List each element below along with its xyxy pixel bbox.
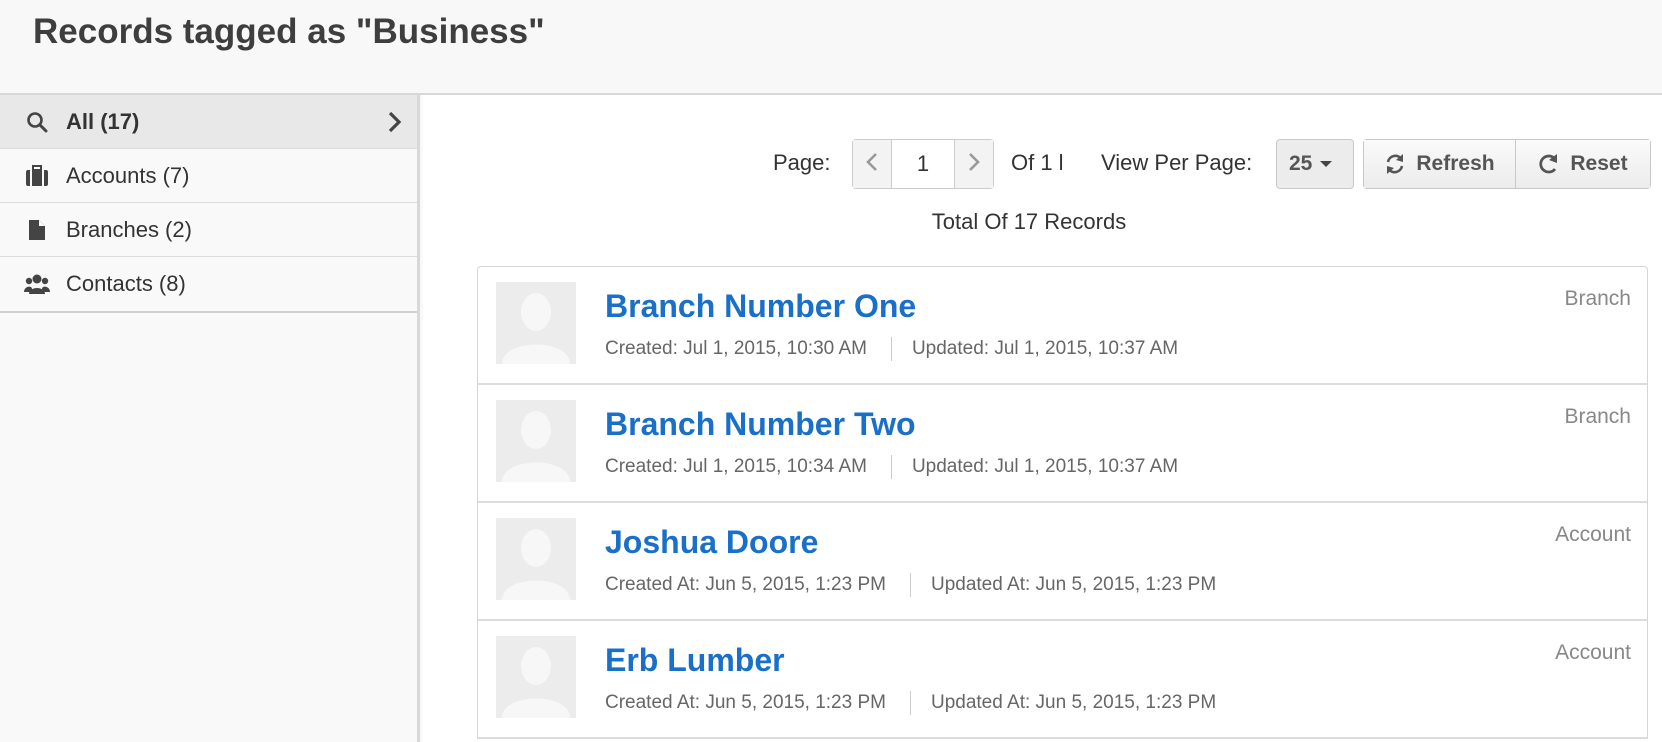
sidebar-item-label: All (17) [66, 108, 140, 134]
record-type: Branch [1564, 287, 1631, 310]
updated-date: Updated: Jul 1, 2015, 10:37 AM [911, 338, 1179, 359]
list-item: Erb Lumber Created At: Jun 5, 2015, 1:23… [478, 621, 1647, 739]
created-date: Created: Jul 1, 2015, 10:30 AM [605, 338, 867, 359]
avatar [496, 636, 576, 718]
search-icon [24, 109, 50, 135]
meta-divider [890, 337, 892, 361]
record-type: Branch [1564, 405, 1631, 428]
page-number-input[interactable]: 1 [891, 140, 955, 188]
chevron-left-icon [865, 151, 879, 178]
list-item: Joshua Doore Created At: Jun 5, 2015, 1:… [478, 503, 1647, 621]
created-date: Created At: Jun 5, 2015, 1:23 PM [605, 574, 886, 595]
refresh-label: Refresh [1416, 152, 1495, 175]
record-type: Account [1555, 523, 1631, 546]
main-content: Page: 1 Of 1 l View Per Page: 25 Refresh… [423, 95, 1662, 742]
nav-list: All (17) Accounts (7) Branches (2) Conta… [0, 95, 417, 313]
refresh-icon [1387, 154, 1404, 174]
per-page-select[interactable]: 25 [1276, 139, 1354, 189]
sidebar-item-branches[interactable]: Branches (2) [0, 203, 417, 257]
record-meta: Created: Jul 1, 2015, 10:34 AM Updated: … [605, 455, 1178, 479]
view-per-page-label: View Per Page: [1101, 150, 1253, 175]
list-item: Branch Number Two Created: Jul 1, 2015, … [478, 385, 1647, 503]
record-type: Account [1555, 641, 1631, 664]
record-title-link[interactable]: Branch Number One [605, 288, 916, 325]
record-meta: Created: Jul 1, 2015, 10:30 AM Updated: … [605, 337, 1178, 361]
chevron-right-icon [967, 151, 981, 178]
briefcase-icon [24, 163, 50, 189]
action-button-group: Refresh Reset [1363, 139, 1651, 189]
updated-date: Updated At: Jun 5, 2015, 1:23 PM [930, 692, 1217, 713]
caret-down-icon [1320, 161, 1333, 167]
chevron-right-icon [385, 109, 405, 135]
avatar [496, 400, 576, 482]
sidebar-item-label: Branches (2) [66, 216, 192, 242]
record-meta: Created At: Jun 5, 2015, 1:23 PM Updated… [605, 573, 1216, 597]
meta-divider [890, 455, 892, 479]
created-date: Created At: Jun 5, 2015, 1:23 PM [605, 692, 886, 713]
meta-divider [909, 573, 911, 597]
page-title: Records tagged as "Business" [33, 12, 545, 51]
sidebar-item-accounts[interactable]: Accounts (7) [0, 149, 417, 203]
sidebar-item-all[interactable]: All (17) [0, 95, 417, 149]
list-item: Branch Number One Created: Jul 1, 2015, … [478, 267, 1647, 385]
avatar [496, 518, 576, 600]
file-icon [24, 217, 50, 243]
pagination-toolbar: Page: 1 Of 1 l View Per Page: 25 Refresh… [423, 139, 1662, 189]
reset-label: Reset [1570, 152, 1628, 175]
updated-date: Updated At: Jun 5, 2015, 1:23 PM [930, 574, 1217, 595]
page-count-text: Of 1 l [1011, 150, 1064, 175]
record-meta: Created At: Jun 5, 2015, 1:23 PM Updated… [605, 691, 1216, 715]
page-header: Records tagged as "Business" [0, 0, 1662, 95]
sidebar-item-contacts[interactable]: Contacts (8) [0, 257, 417, 311]
created-date: Created: Jul 1, 2015, 10:34 AM [605, 456, 867, 477]
sidebar-item-label: Contacts (8) [66, 271, 186, 296]
per-page-value: 25 [1289, 152, 1313, 175]
records-list: Branch Number One Created: Jul 1, 2015, … [477, 266, 1648, 739]
sidebar-item-label: Accounts (7) [66, 162, 190, 188]
prev-page-button[interactable] [853, 140, 891, 188]
reset-icon [1539, 154, 1558, 174]
total-records-text: Total Of 17 Records [931, 209, 1127, 234]
updated-date: Updated: Jul 1, 2015, 10:37 AM [911, 456, 1179, 477]
avatar [496, 282, 576, 364]
reset-button[interactable]: Reset [1516, 140, 1650, 188]
record-title-link[interactable]: Joshua Doore [605, 524, 818, 561]
meta-divider [909, 691, 911, 715]
next-page-button[interactable] [955, 140, 993, 188]
refresh-button[interactable]: Refresh [1364, 140, 1516, 188]
page-navigator: 1 [852, 139, 994, 189]
record-title-link[interactable]: Branch Number Two [605, 406, 916, 443]
page-label: Page: [773, 150, 831, 175]
users-icon [24, 271, 50, 297]
record-title-link[interactable]: Erb Lumber [605, 642, 785, 679]
sidebar: All (17) Accounts (7) Branches (2) Conta… [0, 95, 420, 742]
